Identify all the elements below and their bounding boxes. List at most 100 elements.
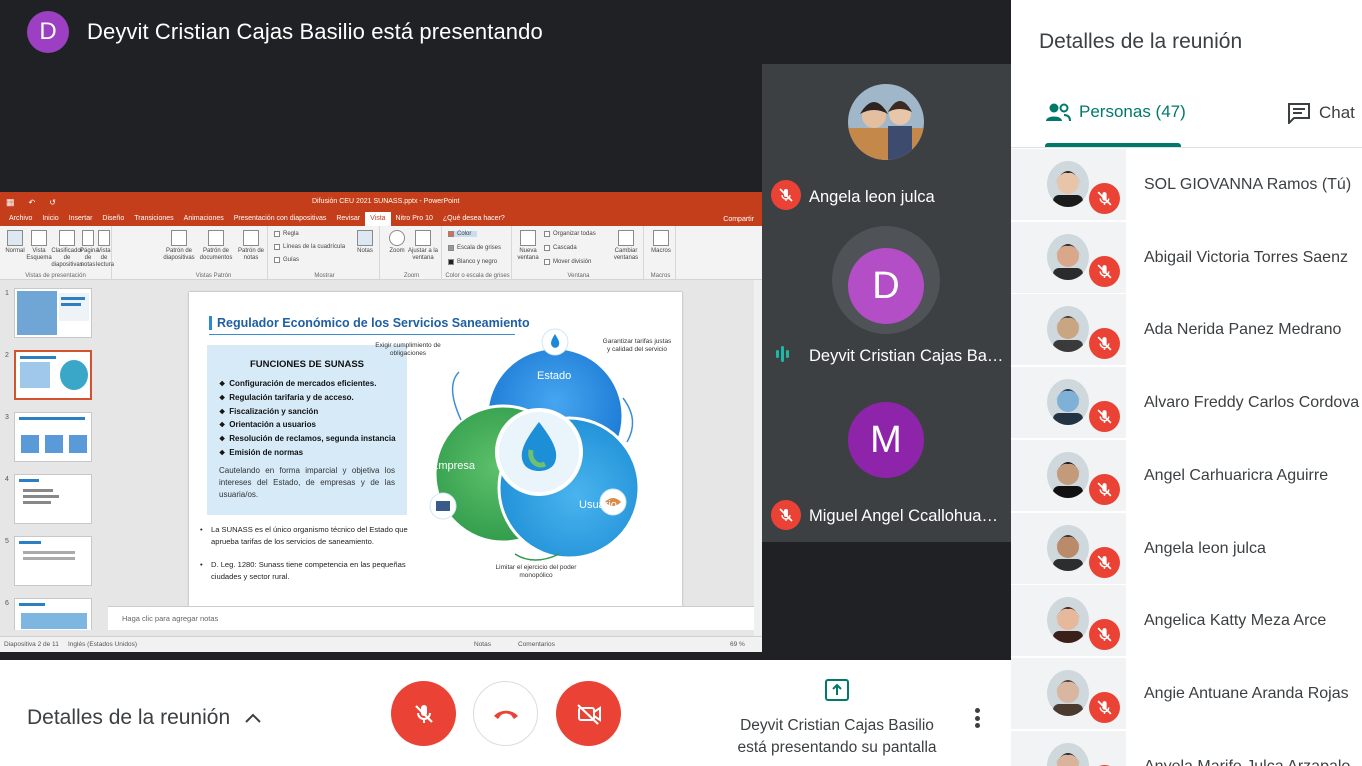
participant-avatar bbox=[1047, 597, 1089, 644]
participant-name: Miguel Angel Ccallohuanca bbox=[809, 507, 1004, 525]
undo-icon: ↶ bbox=[28, 197, 36, 207]
participant-avatar bbox=[1047, 161, 1089, 207]
present-screen-icon bbox=[825, 679, 849, 701]
ppt-tab[interactable]: Presentación con diapositivas bbox=[229, 212, 332, 226]
ribbon-group-macros: Macros Macros bbox=[646, 226, 676, 280]
speaking-indicator-icon bbox=[776, 346, 789, 362]
ribbon-group-label: Ventana bbox=[567, 273, 590, 279]
notes-pane[interactable]: Haga clic para agregar notas bbox=[108, 606, 754, 630]
participant-tile[interactable]: Angela leon julca bbox=[762, 64, 1011, 224]
function-item: Resolución de reclamos, segunda instanci… bbox=[219, 433, 395, 447]
camera-toggle-button[interactable] bbox=[556, 681, 621, 746]
mic-muted-badge bbox=[1089, 255, 1120, 287]
guides-checkbox[interactable]: Guías bbox=[274, 257, 299, 263]
ribbon-btn-macros[interactable]: Macros bbox=[646, 230, 676, 255]
mic-muted-badge bbox=[1089, 183, 1120, 214]
slide-thumb-selected[interactable] bbox=[14, 350, 92, 400]
slide-canvas[interactable]: Regulador Económico de los Servicios San… bbox=[189, 292, 682, 606]
deyvit-avatar: D bbox=[848, 248, 924, 324]
mic-off-icon bbox=[1097, 336, 1112, 351]
ribbon-btn-switch-windows[interactable]: Cambiar ventanas bbox=[610, 230, 642, 262]
ribbon-btn-new-window[interactable]: Nueva ventana bbox=[514, 230, 542, 262]
ribbon-btn-notes[interactable]: Notas bbox=[354, 230, 376, 255]
thumb-number: 2 bbox=[5, 352, 9, 359]
ppt-scrollbar[interactable] bbox=[754, 280, 762, 636]
notes-placeholder: Haga clic para agregar notas bbox=[122, 614, 219, 623]
mic-off-icon bbox=[779, 188, 793, 202]
participant-thumb-cell bbox=[1011, 585, 1126, 658]
thumb-number: 5 bbox=[5, 538, 9, 545]
ppt-tab[interactable]: Diseño bbox=[97, 212, 129, 226]
ppt-search[interactable]: ¿Qué desea hacer? bbox=[438, 212, 510, 226]
participant-name: Angelica Katty Meza Arce bbox=[1144, 612, 1327, 630]
move-split-option[interactable]: Mover división bbox=[544, 259, 591, 265]
more-options-icon[interactable] bbox=[968, 704, 986, 732]
ppt-tab[interactable]: Nitro Pro 10 bbox=[391, 212, 438, 226]
functions-paragraph: Cautelando en forma imparcial y objetiva… bbox=[219, 466, 395, 499]
arrow-right bbox=[622, 397, 634, 443]
participant-thumb-cell bbox=[1011, 294, 1126, 367]
status-comments-button[interactable]: Comentarios bbox=[518, 641, 555, 648]
ribbon-group-label: Zoom bbox=[403, 273, 420, 279]
participant-avatar bbox=[1047, 306, 1089, 353]
main-stage: D Deyvit Cristian Cajas Basilio está pre… bbox=[0, 0, 1011, 660]
ribbon-btn-sorter[interactable]: Clasificador de diapositivas bbox=[50, 230, 84, 269]
participant-row[interactable]: Angie Antuane Aranda Rojas bbox=[1011, 657, 1362, 731]
ppt-tab[interactable]: Revisar bbox=[331, 212, 365, 226]
participant-row[interactable]: Angel Carhuaricra Aguirre bbox=[1011, 439, 1362, 513]
slide-thumb[interactable] bbox=[14, 474, 92, 524]
ribbon-btn-slide-master[interactable]: Patrón de diapositivas bbox=[162, 230, 196, 262]
people-list[interactable]: SOL GIOVANNA Ramos (Tú) Abigail Victoria … bbox=[1011, 149, 1362, 766]
functions-title: FUNCIONES DE SUNASS bbox=[249, 359, 364, 370]
function-item: Configuración de mercados eficientes. bbox=[219, 378, 396, 392]
participant-row[interactable]: Abigail Victoria Torres Saenz bbox=[1011, 221, 1362, 295]
participant-row[interactable]: Angelica Katty Meza Arce bbox=[1011, 585, 1362, 658]
grayscale-option[interactable]: Escala de grises bbox=[448, 245, 501, 251]
ppt-tab-active[interactable]: Vista bbox=[365, 212, 391, 226]
participant-row[interactable]: Anyela Marife Julca Arzapalo bbox=[1011, 730, 1362, 766]
presenting-text: Deyvit Cristian Cajas Basilio está prese… bbox=[737, 717, 937, 756]
gridlines-checkbox[interactable]: Líneas de la cuadrícula bbox=[274, 244, 345, 250]
ribbon-btn-notes-master[interactable]: Patrón de notas bbox=[236, 230, 266, 262]
presenting-status[interactable]: Deyvit Cristian Cajas Basilio está prese… bbox=[716, 678, 958, 759]
meeting-details-toggle[interactable]: Detalles de la reunión bbox=[27, 706, 262, 730]
status-zoom-level[interactable]: 69 % bbox=[730, 641, 745, 648]
slide-thumb[interactable] bbox=[14, 288, 92, 338]
ribbon-btn-handout-master[interactable]: Patrón de documentos bbox=[198, 230, 234, 262]
participant-row[interactable]: SOL GIOVANNA Ramos (Tú) bbox=[1011, 149, 1362, 222]
participant-row[interactable]: Ada Nerida Panez Medrano bbox=[1011, 294, 1362, 367]
ruler-checkbox[interactable]: Regla bbox=[274, 231, 299, 237]
slide-thumb[interactable] bbox=[14, 536, 92, 586]
microphone-toggle-button[interactable] bbox=[391, 681, 456, 746]
participant-row[interactable]: Alvaro Freddy Carlos Cordova bbox=[1011, 367, 1362, 440]
participant-name: Anyela Marife Julca Arzapalo bbox=[1144, 758, 1350, 766]
participant-row[interactable]: Angela leon julca bbox=[1011, 512, 1362, 586]
participant-avatar bbox=[1047, 524, 1089, 571]
blackwhite-option[interactable]: Blanco y negro bbox=[448, 259, 497, 265]
status-notes-button[interactable]: Notas bbox=[474, 641, 491, 648]
ppt-tab[interactable]: Animaciones bbox=[179, 212, 229, 226]
ppt-tab[interactable]: Archivo bbox=[4, 212, 37, 226]
participant-thumb-cell bbox=[1011, 730, 1126, 766]
tab-people[interactable]: Personas (47) bbox=[1045, 102, 1186, 122]
ribbon-btn-notes-page[interactable]: Página de notas bbox=[80, 230, 99, 269]
slide-thumb[interactable] bbox=[14, 412, 92, 462]
ppt-tab[interactable]: Inicio bbox=[37, 212, 63, 226]
ribbon-btn-reading[interactable]: Vista de lectura bbox=[96, 230, 114, 269]
participant-tile[interactable]: M Miguel Angel Ccallohuanca bbox=[762, 382, 1011, 542]
leave-call-button[interactable] bbox=[473, 681, 538, 746]
arrange-all-option[interactable]: Organizar todas bbox=[544, 231, 596, 237]
color-option[interactable]: Color bbox=[448, 231, 478, 237]
ribbon-btn-fit[interactable]: Ajustar a la ventana bbox=[408, 230, 438, 262]
mic-off-icon bbox=[1097, 482, 1112, 497]
slide-thumb[interactable] bbox=[14, 598, 92, 630]
ppt-workspace: 1 2 3 4 5 6 Regulador Económico de los S… bbox=[0, 280, 762, 642]
slide-thumbnails: 1 2 3 4 5 6 bbox=[0, 280, 108, 630]
ppt-share-button[interactable]: Compartir bbox=[723, 216, 762, 223]
tab-chat[interactable]: Chat bbox=[1287, 102, 1355, 124]
ppt-tab[interactable]: Transiciones bbox=[129, 212, 178, 226]
ppt-tab[interactable]: Insertar bbox=[64, 212, 98, 226]
cascade-option[interactable]: Cascada bbox=[544, 245, 577, 251]
function-item: Regulación tarifaria y de acceso. bbox=[219, 392, 396, 406]
venn-label-estado: Estado bbox=[537, 370, 572, 382]
